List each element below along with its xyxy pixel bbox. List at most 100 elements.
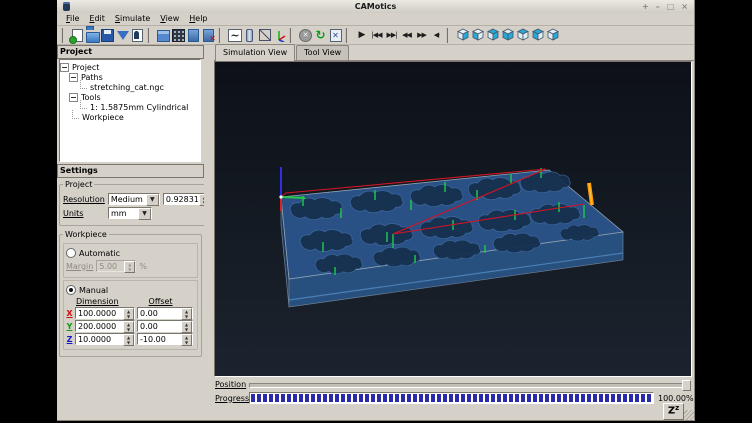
resolution-select[interactable]: Medium ▼: [108, 193, 160, 205]
progress-row: Progress 100.00%: [215, 391, 693, 405]
seek-end-icon: ▶▶|: [386, 31, 396, 39]
seek-end-button[interactable]: ▶▶|: [384, 28, 399, 43]
tree-item-paths[interactable]: Paths: [69, 72, 200, 82]
view-right-button[interactable]: [515, 28, 530, 43]
resolution-label[interactable]: Resolution: [63, 195, 105, 204]
title-bar[interactable]: CAMotics + – □ ×: [57, 0, 694, 14]
manual-radio[interactable]: [66, 285, 76, 295]
z-offset-spinbox[interactable]: -10.00▲▼: [137, 333, 193, 345]
tree-item-workpiece[interactable]: Workpiece: [69, 112, 200, 122]
panel-splitter[interactable]: [204, 45, 214, 420]
collapse-icon[interactable]: [69, 93, 78, 102]
spinner-arrows-icon[interactable]: ▲▼: [123, 321, 134, 333]
project-group-legend: Project: [63, 180, 94, 189]
view-front-button[interactable]: [470, 28, 485, 43]
step-back-icon: ◀◀: [402, 31, 411, 39]
cube-top-icon: [531, 28, 545, 42]
units-label[interactable]: Units: [63, 209, 105, 218]
menu-file[interactable]: File: [61, 13, 84, 25]
view-bottom-button[interactable]: [545, 28, 560, 43]
maximize-button[interactable]: □: [667, 0, 675, 13]
view-left-button[interactable]: [500, 28, 515, 43]
x-dimension-spinbox[interactable]: 100.0000▲▼: [75, 307, 135, 319]
seek-start-button[interactable]: |◀◀: [369, 28, 384, 43]
new-project-button[interactable]: [70, 28, 85, 43]
x-axis-label[interactable]: X: [66, 309, 73, 318]
tool-card-icon: [132, 29, 143, 42]
show-workpiece-button[interactable]: [156, 28, 171, 43]
menu-edit[interactable]: Edit: [84, 13, 110, 25]
settings-panel: Settings Project Resolution Medium ▼ 0.9…: [57, 164, 204, 361]
simulation-3d-viewport[interactable]: [214, 61, 692, 377]
toolpath-wave-icon: ~: [228, 29, 242, 42]
tree-item-ngc-file[interactable]: stretching_cat.ngc: [77, 82, 200, 92]
offset-header[interactable]: Offset: [149, 297, 173, 306]
clear-icon: ✕: [330, 29, 342, 42]
tree-item-tools[interactable]: Tools: [69, 92, 200, 102]
tree-item-tool-1[interactable]: 1: 1.5875mm Cylindrical: [77, 102, 200, 112]
position-slider[interactable]: [249, 379, 691, 389]
show-toolpath-button[interactable]: ~: [227, 28, 242, 43]
spinner-arrows-icon[interactable]: ▲▼: [181, 334, 192, 346]
close-button[interactable]: ×: [681, 0, 688, 13]
view-isometric-button[interactable]: [455, 28, 470, 43]
x-offset-spinbox[interactable]: 0.00▲▼: [137, 307, 193, 319]
shade-button[interactable]: +: [642, 0, 649, 13]
play-button[interactable]: ▶: [354, 28, 369, 43]
show-bounds-button[interactable]: [257, 28, 272, 43]
save-project-button[interactable]: [100, 28, 115, 43]
y-dimension-spinbox[interactable]: 200.0000▲▼: [75, 320, 135, 332]
units-select[interactable]: mm ▼: [108, 207, 152, 219]
clear-button[interactable]: ✕: [328, 28, 343, 43]
spinner-arrows-icon[interactable]: ▲▼: [181, 308, 192, 320]
show-slab-button[interactable]: [186, 28, 201, 43]
chevron-down-icon[interactable]: ▼: [138, 208, 151, 220]
show-surface-button[interactable]: [171, 28, 186, 43]
minimize-button[interactable]: –: [656, 0, 660, 13]
z-axis-label[interactable]: Z: [66, 335, 73, 344]
menu-bar: File Edit Simulate View Help: [57, 13, 694, 26]
y-offset-spinbox[interactable]: 0.00▲▼: [137, 320, 193, 332]
automatic-radio[interactable]: [66, 248, 76, 258]
tab-simulation-view[interactable]: Simulation View: [215, 44, 295, 61]
spinner-arrows-icon[interactable]: ▲▼: [123, 308, 134, 320]
tool-table-button[interactable]: [130, 28, 145, 43]
slab-icon: [188, 29, 199, 42]
machine-idle-badge[interactable]: Zz: [663, 403, 684, 420]
step-back-button[interactable]: ◀◀: [399, 28, 414, 43]
spinner-arrows-icon: ▲▼: [124, 261, 135, 273]
reload-button[interactable]: ↻: [313, 28, 328, 43]
menu-simulate[interactable]: Simulate: [110, 13, 155, 25]
view-top-button[interactable]: [530, 28, 545, 43]
cube-right-icon: [516, 28, 530, 42]
z-dimension-spinbox[interactable]: 10.0000▲▼: [75, 333, 135, 345]
collapse-icon[interactable]: [60, 63, 69, 72]
tab-tool-view[interactable]: Tool View: [296, 45, 349, 60]
resize-grip[interactable]: [684, 410, 694, 420]
hide-slab-button[interactable]: [201, 28, 216, 43]
export-button[interactable]: [115, 28, 130, 43]
menu-help[interactable]: Help: [184, 13, 212, 25]
y-axis-label[interactable]: Y: [66, 322, 73, 331]
progress-bar: [249, 392, 654, 404]
fast-forward-button[interactable]: ▶▶: [414, 28, 429, 43]
spinner-arrows-icon[interactable]: ▲▼: [181, 321, 192, 333]
show-tool-button[interactable]: [242, 28, 257, 43]
reload-icon: ↻: [314, 29, 327, 42]
open-project-button[interactable]: [85, 28, 100, 43]
direction-button[interactable]: ◀·: [429, 28, 444, 43]
spinner-arrows-icon[interactable]: ▲▼: [123, 334, 134, 346]
dimension-header[interactable]: Dimension: [76, 297, 119, 306]
stop-button[interactable]: ✕: [298, 28, 313, 43]
tree-item-project[interactable]: Project: [60, 62, 200, 72]
collapse-icon[interactable]: [69, 73, 78, 82]
slider-handle[interactable]: [682, 380, 691, 391]
stop-icon: ✕: [299, 29, 312, 42]
menu-view[interactable]: View: [155, 13, 184, 25]
view-back-button[interactable]: [485, 28, 500, 43]
progress-label[interactable]: Progress: [215, 394, 248, 403]
show-axes-button[interactable]: [272, 28, 287, 43]
chevron-down-icon[interactable]: ▼: [146, 194, 159, 206]
position-label[interactable]: Position: [215, 380, 248, 389]
toolbar-separator: [289, 28, 296, 43]
